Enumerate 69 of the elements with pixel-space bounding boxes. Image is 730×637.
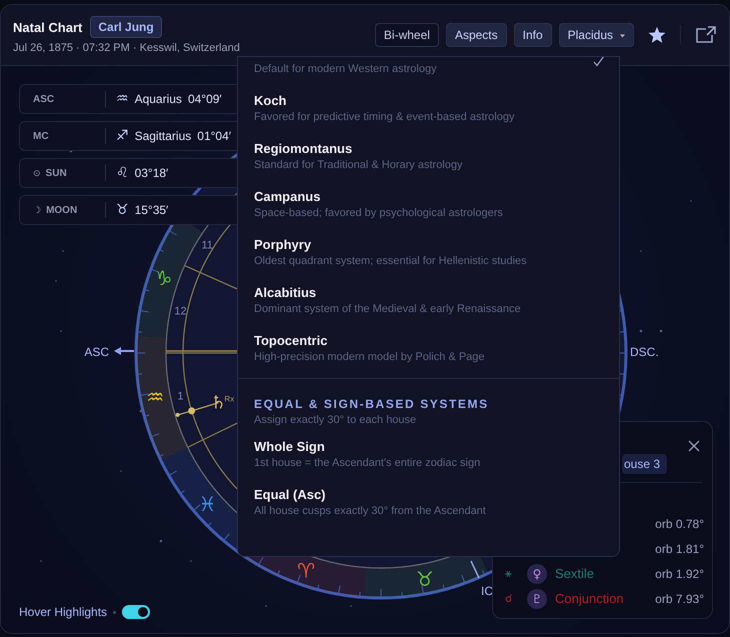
house-number: 12: [174, 305, 187, 318]
house-number: 1: [177, 390, 184, 403]
house-system-option[interactable]: Topocentric High-precision modern model by Polich & Page: [238, 324, 619, 372]
aspect-symbol: ☌: [505, 592, 514, 605]
hover-highlights-toggle[interactable]: [122, 605, 150, 619]
view-toggle-button[interactable]: Info: [514, 23, 552, 47]
star-dot: [140, 410, 142, 412]
group-description: Assign exactly 30° to each house: [254, 414, 418, 426]
house-number: 11: [201, 239, 213, 252]
degree-value: 04°09′: [188, 92, 222, 106]
zodiac-glyph: ♓: [198, 492, 216, 516]
degree-value: 15°35′: [134, 203, 168, 217]
orb-value: orb 1.81°: [655, 542, 704, 556]
body-symbol: ☽: [33, 204, 42, 216]
view-toggle-button[interactable]: Bi-wheel: [374, 23, 439, 47]
person-tag: Carl Jung: [90, 16, 162, 38]
caret-icon: [620, 34, 625, 38]
checkmark-icon: [593, 57, 605, 67]
house-system-option[interactable]: Alcabitius Dominant system of the Medieval & early Renaissance: [238, 276, 619, 324]
angle-label: ASC: [84, 345, 109, 359]
zodiac-glyph: ♈: [297, 558, 316, 582]
planet-badge: ♇: [527, 588, 547, 608]
sign-name: Sagittarius: [134, 129, 192, 143]
star-dot: [660, 330, 662, 332]
house-system-option[interactable]: Koch Favored for predictive timing & event-based astrology: [238, 84, 619, 132]
star-dot: [160, 540, 162, 542]
view-toggle-button[interactable]: Aspects: [446, 23, 507, 47]
body-symbol: ⊙: [33, 168, 41, 178]
degree-value: 01°04′: [197, 129, 232, 143]
retrograde-label: Rx: [224, 394, 234, 404]
angle-label: IC: [481, 584, 493, 598]
house-tag: ouse 3: [622, 454, 668, 474]
zodiac-glyph: ♑: [154, 266, 172, 290]
house-system-option[interactable]: Regiomontanus Standard for Traditional & Horary astrology: [238, 132, 619, 180]
position-label: MC: [33, 130, 49, 142]
house-system-option[interactable]: Campanus Space-based; favored by psychological astrologers: [238, 180, 619, 228]
sign-glyph: ♒: [116, 91, 129, 107]
chart-title: Natal Chart: [13, 20, 82, 34]
hover-highlights-label: Hover Highlights: [19, 605, 108, 619]
house-system-option[interactable]: Porphyry Oldest quadrant system; essential for Hellenistic studies: [238, 228, 619, 276]
angle-label: DSC.: [630, 345, 659, 359]
asc-arrow: [114, 347, 134, 355]
planet-badge: ♀: [527, 564, 547, 584]
star-dot: [640, 330, 642, 332]
orb-value: orb 1.92°: [655, 566, 704, 580]
birth-details: Jul 26, 1875 · 07:32 PM · Kesswil, Switzerland: [13, 42, 240, 54]
sign-glyph: ♐: [116, 128, 129, 144]
group-heading: EQUAL & SIGN-BASED SYSTEMS: [254, 397, 490, 411]
house-system-option[interactable]: Equal (Asc) All house cusps exactly 30° from the Ascendant: [238, 478, 619, 526]
external-link-icon[interactable]: [695, 26, 717, 44]
orb-value: orb 0.78°: [655, 516, 704, 530]
star-icon[interactable]: [648, 26, 666, 44]
house-system-dropdown[interactable]: Placidus: [558, 23, 634, 47]
aspect-symbol: ⚹: [505, 567, 513, 580]
zodiac-glyph: ♉: [416, 566, 434, 591]
sign-glyph: ♌: [116, 165, 129, 181]
aspect-name: Conjunction: [555, 591, 624, 606]
position-label: SUN: [46, 168, 67, 178]
aspect-name: Sextile: [555, 566, 594, 581]
position-label: ASC: [33, 94, 54, 104]
ic-line: [470, 560, 480, 578]
zodiac-glyph: ♒: [146, 384, 164, 409]
position-label: MOON: [46, 204, 78, 216]
sign-name: Aquarius: [134, 92, 182, 106]
close-icon[interactable]: [688, 440, 700, 452]
house-system-option[interactable]: Whole Sign 1st house = the Ascendant's entire zodiac sign: [238, 430, 619, 478]
degree-value: 03°18′: [134, 166, 168, 180]
sign-glyph: ♉: [116, 202, 129, 218]
orb-value: orb 7.93°: [655, 592, 704, 606]
